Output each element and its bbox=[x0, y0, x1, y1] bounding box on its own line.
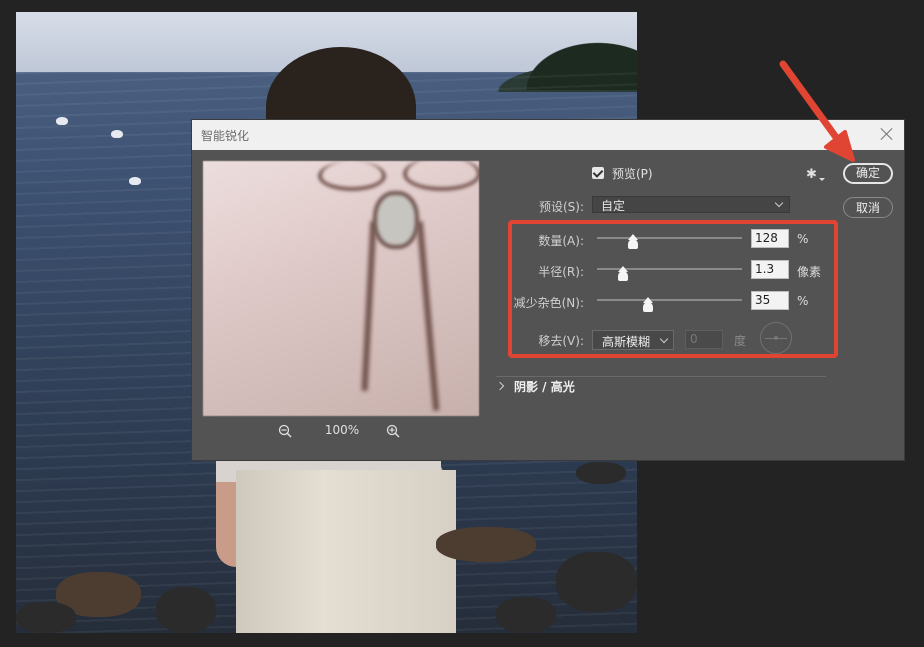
rock bbox=[496, 597, 556, 633]
gear-icon[interactable]: ✱ bbox=[806, 167, 817, 182]
cancel-button[interactable]: 取消 bbox=[843, 197, 893, 218]
photo-pants bbox=[236, 470, 456, 633]
gull-3 bbox=[129, 177, 141, 185]
chevron-right-icon[interactable] bbox=[495, 381, 505, 391]
preview-ribbon-left bbox=[361, 220, 377, 392]
dialog-title: 智能锐化 bbox=[201, 129, 250, 143]
smart-sharpen-dialog: 智能锐化 100% 预览(P) ✱ 预设(S): 自定 数量(A): 128 %… bbox=[191, 119, 905, 461]
preview-bow-right bbox=[403, 161, 479, 191]
gull-2 bbox=[111, 130, 123, 138]
shadow-highlight-section[interactable]: 阴影 / 高光 bbox=[514, 378, 575, 395]
preset-select[interactable]: 自定 bbox=[592, 196, 790, 213]
rock bbox=[576, 462, 626, 484]
preset-value: 自定 bbox=[601, 199, 626, 213]
dialog-titlebar[interactable]: 智能锐化 bbox=[192, 120, 904, 150]
rock bbox=[556, 552, 637, 612]
preview-checkbox[interactable] bbox=[592, 167, 604, 179]
zoom-controls: 100% bbox=[278, 423, 408, 441]
rock bbox=[16, 602, 76, 633]
chevron-down-icon bbox=[774, 198, 784, 208]
gull-1 bbox=[56, 117, 68, 125]
section-divider bbox=[496, 376, 826, 377]
gear-menu-caret[interactable] bbox=[819, 178, 825, 181]
rock bbox=[436, 527, 536, 562]
preview-pendant bbox=[373, 191, 419, 249]
annotation-highlight-box bbox=[508, 220, 838, 358]
preview-ribbon-right bbox=[416, 221, 440, 411]
preview-image[interactable] bbox=[203, 161, 479, 416]
close-icon[interactable] bbox=[878, 125, 896, 143]
zoom-level: 100% bbox=[324, 423, 360, 437]
ok-button[interactable]: 确定 bbox=[843, 163, 893, 184]
zoom-in-icon[interactable] bbox=[386, 424, 400, 438]
preview-label[interactable]: 预览(P) bbox=[612, 165, 653, 182]
preset-label: 预设(S): bbox=[538, 200, 584, 214]
zoom-out-icon[interactable] bbox=[278, 424, 292, 438]
rock bbox=[156, 587, 216, 633]
preview-bow-left bbox=[318, 161, 386, 191]
